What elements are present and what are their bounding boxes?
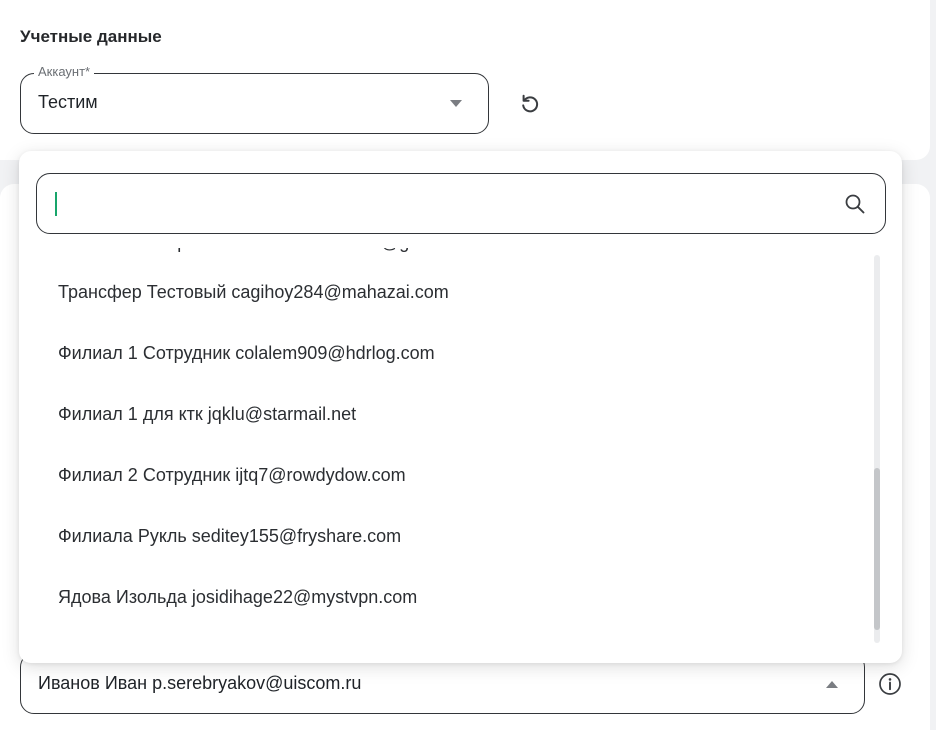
scrollbar-track[interactable] [874,255,880,643]
refresh-icon [522,94,539,113]
chevron-up-icon[interactable] [826,681,838,688]
option-item[interactable]: ПочтаоISВВитре КолятеСт mammamia@gmail.r… [19,248,879,262]
search-box[interactable] [36,173,886,234]
chevron-down-icon[interactable] [450,100,462,107]
user-value: Иванов Иван p.serebryakov@uiscom.ru [38,673,362,693]
options-list-inner: ПочтаоISВВитре КолятеСт mammamia@gmail.r… [19,248,879,628]
page: Учетные данные Аккаунт* Тестим Иванов Ив… [0,0,936,730]
search-input[interactable] [53,186,813,222]
option-item[interactable]: Трансфер Тестовый cagihoy284@mahazai.com [19,262,879,323]
option-item[interactable]: Ядова Изольда josidihage22@mystvpn.com [19,567,879,628]
info-icon [879,673,901,695]
section-title: Учетные данные [20,27,162,46]
search-icon[interactable] [843,192,867,216]
scrollbar-thumb[interactable] [874,468,880,630]
account-value: Тестим [38,92,98,112]
options-list: ПочтаоISВВитре КолятеСт mammamia@gmail.r… [19,248,879,653]
option-item[interactable]: Филиал 1 для ктк jqklu@starmail.net [19,384,879,445]
option-item[interactable]: Филиала Рукль seditey155@fryshare.com [19,506,879,567]
option-item[interactable]: Филиал 2 Сотрудник ijtq7@rowdydow.com [19,445,879,506]
account-dropdown-menu: ПочтаоISВВитре КолятеСт mammamia@gmail.r… [19,151,902,663]
text-caret [55,192,57,216]
account-label: Аккаунт* [34,64,95,79]
info-button[interactable] [877,671,903,697]
account-select[interactable]: Аккаунт* Тестим [20,64,489,134]
reset-button[interactable] [515,89,545,119]
option-item[interactable]: Филиал 1 Сотрудник colalem909@hdrlog.com [19,323,879,384]
